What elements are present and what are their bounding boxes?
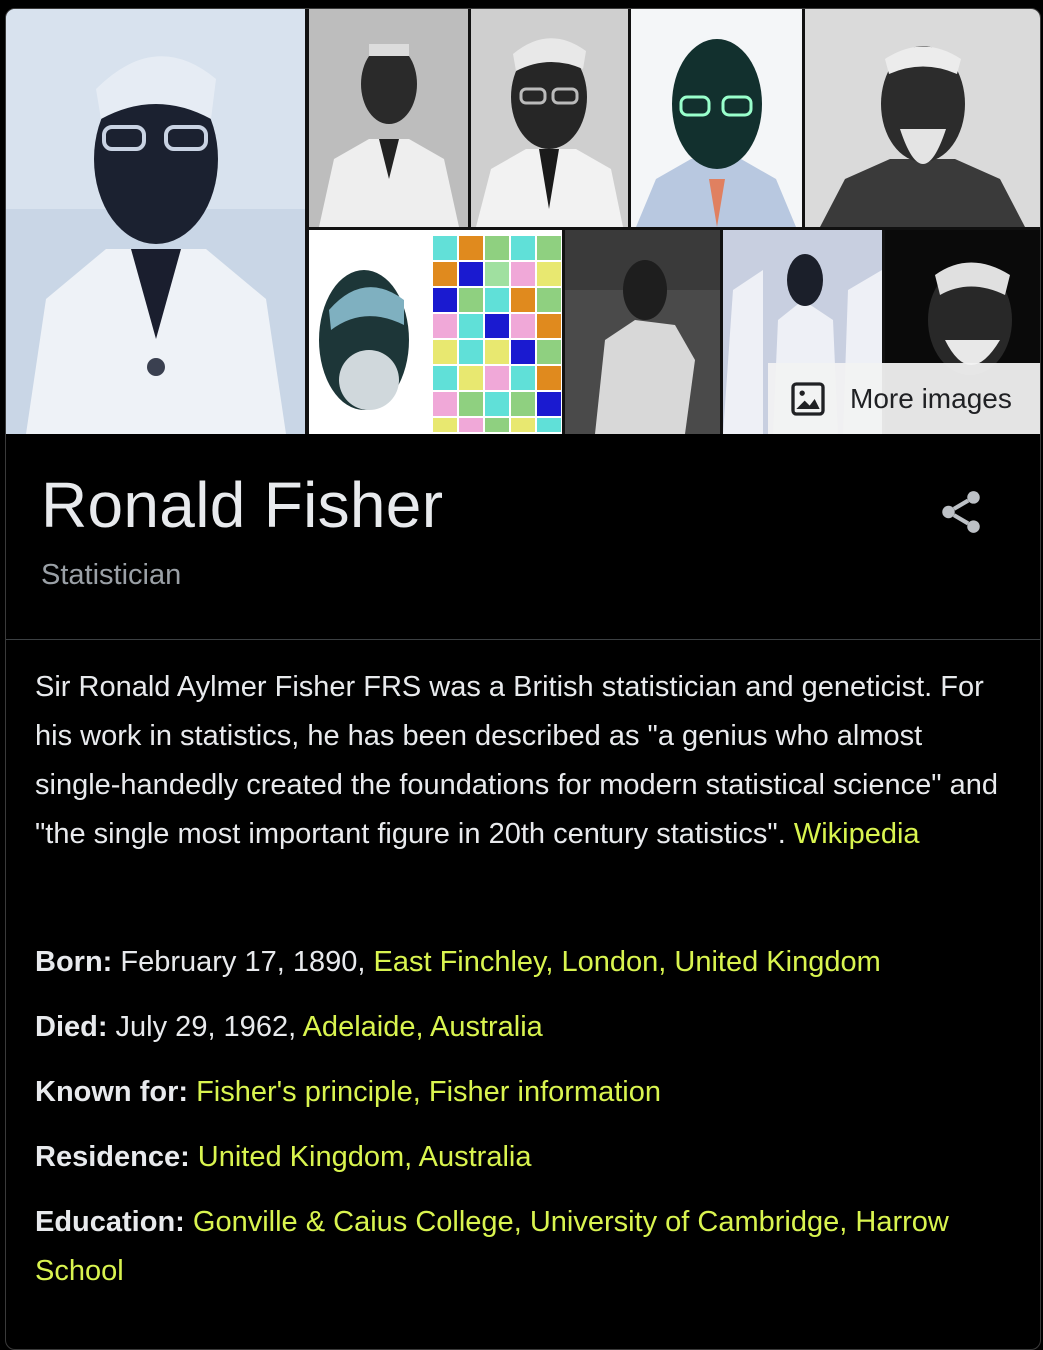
- entity-title: Ronald Fisher: [41, 469, 444, 541]
- portrait-image-7[interactable]: [565, 230, 720, 434]
- known-for-link-1[interactable]: Fisher's principle: [196, 1076, 413, 1108]
- fact-born: Born: February 17, 1890, East Finchley, …: [35, 938, 1000, 987]
- separator: ,: [513, 1206, 530, 1238]
- known-for-link-2[interactable]: Fisher information: [429, 1076, 661, 1108]
- share-icon[interactable]: [936, 486, 986, 538]
- image-gallery: More images: [6, 9, 1040, 434]
- separator: ,: [839, 1206, 856, 1238]
- residence-link-2[interactable]: Australia: [419, 1141, 532, 1173]
- fact-residence: Residence: United Kingdom, Australia: [35, 1133, 1000, 1182]
- fact-value: February 17, 1890,: [112, 946, 374, 978]
- fact-value: July 29, 1962,: [107, 1011, 303, 1043]
- fact-education: Education: Gonville & Caius College, Uni…: [35, 1198, 1000, 1296]
- entity-subtitle: Statistician: [41, 559, 182, 591]
- fact-label: Known for:: [35, 1076, 189, 1108]
- wikipedia-link[interactable]: Wikipedia: [794, 818, 920, 850]
- fact-label: Died:: [35, 1011, 108, 1043]
- fact-label: Residence:: [35, 1141, 190, 1173]
- separator: ,: [412, 1076, 429, 1108]
- image-icon: [791, 381, 825, 416]
- deathplace-link[interactable]: Adelaide, Australia: [303, 1011, 543, 1043]
- fact-known-for: Known for: Fisher's principle, Fisher in…: [35, 1068, 1000, 1117]
- more-images-button[interactable]: More images: [768, 363, 1040, 434]
- portrait-image-4[interactable]: [631, 9, 802, 227]
- fact-label: Education:: [35, 1206, 185, 1238]
- entity-description: Sir Ronald Aylmer Fisher FRS was a Briti…: [35, 663, 1000, 859]
- education-link-2[interactable]: University of Cambridge: [530, 1206, 839, 1238]
- color-grid-image[interactable]: [429, 230, 562, 434]
- portrait-image-2[interactable]: [309, 9, 468, 227]
- facts-list: Born: February 17, 1890, East Finchley, …: [35, 938, 1000, 1312]
- fact-label: Born:: [35, 946, 113, 978]
- education-link-1[interactable]: Gonville & Caius College: [193, 1206, 514, 1238]
- more-images-label: More images: [850, 382, 1012, 414]
- portrait-image-6[interactable]: [309, 230, 429, 434]
- fact-died: Died: July 29, 1962, Adelaide, Australia: [35, 1003, 1000, 1052]
- portrait-image-main[interactable]: [6, 9, 305, 434]
- portrait-image-5[interactable]: [805, 9, 1040, 227]
- birthplace-link[interactable]: East Finchley, London, United Kingdom: [373, 946, 880, 978]
- portrait-image-3[interactable]: [471, 9, 628, 227]
- entity-header: Ronald Fisher Statistician: [6, 434, 1040, 640]
- residence-link-1[interactable]: United Kingdom: [198, 1141, 404, 1173]
- separator: ,: [404, 1141, 419, 1173]
